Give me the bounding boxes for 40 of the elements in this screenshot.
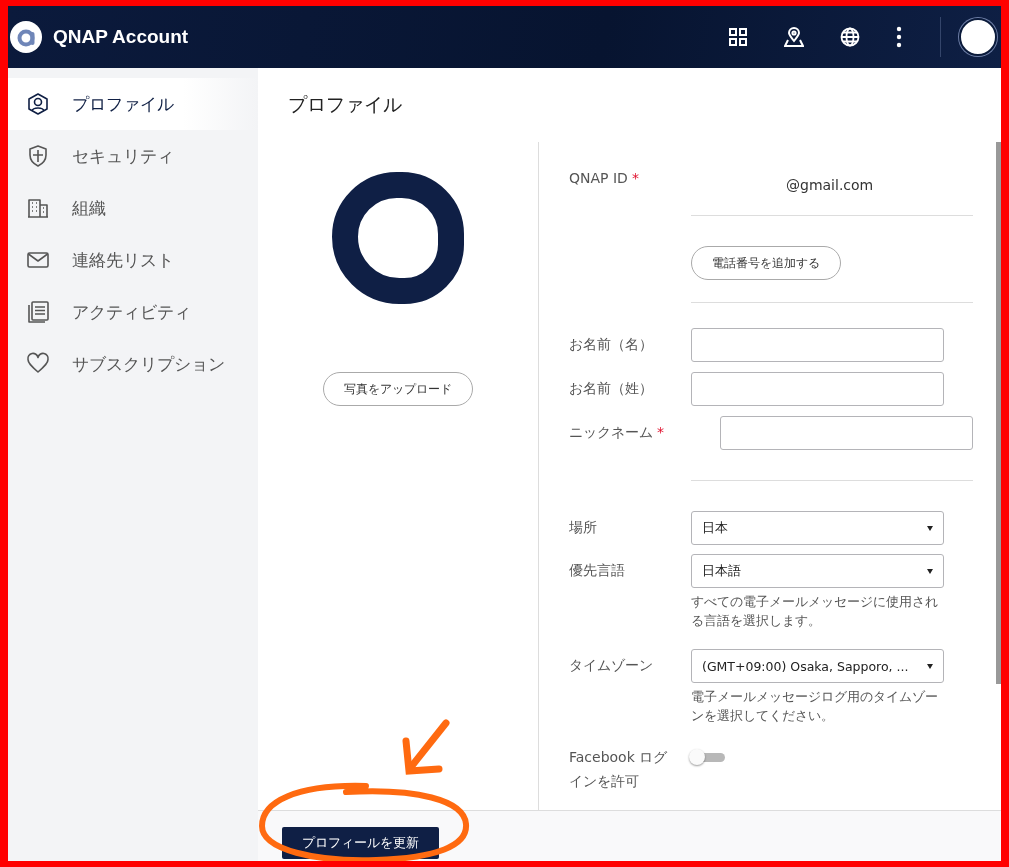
heart-icon	[26, 352, 50, 376]
field-label: 場所	[569, 518, 598, 537]
help-text: 電子メールメッセージログ用のタイムゾーンを選択してください。	[691, 688, 939, 725]
apps-grid-icon[interactable]	[728, 27, 748, 47]
add-phone-button[interactable]: 電話番号を追加する	[691, 246, 841, 280]
sidebar-item[interactable]: サブスクリプション	[8, 338, 258, 390]
field-label: お名前（名）	[569, 335, 654, 354]
document-list-icon	[26, 300, 50, 324]
more-menu-icon[interactable]	[896, 26, 902, 48]
help-text: すべての電子メールメッセージに使用される言語を選択します。	[691, 593, 939, 630]
sidebar-item[interactable]: 連絡先リスト	[8, 234, 258, 286]
shield-icon	[26, 144, 50, 168]
user-icon	[26, 92, 50, 116]
dropdown[interactable]: (GMT+09:00) Osaka, Sapporo, ...	[691, 649, 944, 683]
globe-icon[interactable]	[840, 27, 860, 47]
sidebar-item[interactable]: 組織	[8, 182, 258, 234]
page-title: プロファイル	[288, 92, 403, 117]
sidebar-item[interactable]: セキュリティ	[8, 130, 258, 182]
field-label: タイムゾーン	[569, 656, 654, 675]
input-field[interactable]	[691, 372, 944, 406]
field-label: ニックネーム	[569, 423, 653, 442]
scrollbar[interactable]	[996, 142, 1001, 684]
account-id-value: @gmail.com	[785, 176, 875, 195]
input-field[interactable]	[691, 328, 944, 362]
required-mark: *	[657, 423, 665, 442]
required-mark: *	[631, 169, 640, 188]
dropdown[interactable]: 日本語	[691, 554, 944, 588]
field-label: お名前（姓）	[569, 379, 654, 398]
input-field[interactable]	[720, 416, 973, 450]
field-label: 優先言語	[569, 561, 626, 580]
logo-icon	[10, 21, 42, 53]
dropdown[interactable]: 日本	[691, 511, 944, 545]
sidebar-item[interactable]: アクティビティ	[8, 286, 258, 338]
field-label: QNAP ID	[569, 169, 628, 188]
upload-photo-button[interactable]: 写真をアップロード	[323, 372, 473, 406]
field-label: Facebook ログインを許可	[569, 748, 669, 791]
user-avatar[interactable]	[959, 18, 997, 56]
building-icon	[26, 196, 50, 220]
app-title: QNAP Account	[53, 26, 189, 48]
map-pin-icon[interactable]	[784, 26, 804, 48]
